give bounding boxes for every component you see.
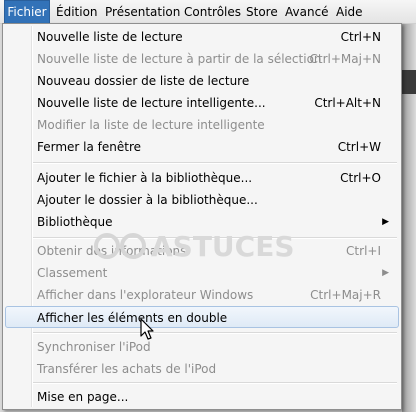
fichier-dropdown-menu: Nouvelle liste de lecture Ctrl+N Nouvell… [2,23,402,410]
menu-avance[interactable]: Avancé [285,0,329,24]
menu-item-liste-selection[interactable]: Nouvelle liste de lecture à partir de la… [5,48,399,70]
menu-aide[interactable]: Aide [336,0,363,24]
menu-item-shortcut: Ctrl+I [346,244,381,258]
menu-item-synchroniser-ipod[interactable]: Synchroniser l'iPod [5,336,399,358]
menu-item-label: Fermer la fenêtre [37,140,142,154]
menu-item-label: Modifier la liste de lecture intelligent… [37,118,265,132]
watermark-text: ASTUCES [151,230,295,263]
menu-separator [33,332,397,334]
menu-item-label: Nouveau dossier de liste de lecture [37,74,250,88]
menu-item-elements-double[interactable]: Afficher les éléments en double [5,306,399,328]
menu-item-label: Synchroniser l'iPod [37,340,151,354]
menu-item-transferer-achats[interactable]: Transférer les achats de l'iPod [5,358,399,380]
menu-item-shortcut: Ctrl+W [337,140,381,154]
menu-separator [33,382,397,384]
background-tab [402,70,416,94]
menu-item-nouvelle-liste[interactable]: Nouvelle liste de lecture Ctrl+N [5,26,399,48]
menu-item-modifier-liste[interactable]: Modifier la liste de lecture intelligent… [5,114,399,136]
mouse-pointer-icon [140,318,154,340]
menu-store[interactable]: Store [246,0,278,24]
menu-item-liste-intelligente[interactable]: Nouvelle liste de lecture intelligente..… [5,92,399,114]
menu-item-shortcut: Ctrl+Alt+N [314,96,381,110]
menu-fichier[interactable]: Fichier [4,0,50,24]
menu-item-ajouter-fichier[interactable]: Ajouter le fichier à la bibliothèque... … [5,167,399,189]
background-window-edge [402,24,416,412]
menu-item-label: Ajouter le fichier à la bibliothèque... [37,171,253,185]
menu-item-label: Nouvelle liste de lecture [37,30,183,44]
menu-item-label: Nouvelle liste de lecture à partir de la… [37,52,322,66]
menu-item-label: Transférer les achats de l'iPod [37,362,217,376]
menu-item-mise-en-page[interactable]: Mise en page... [5,386,399,408]
watermark-logo: ASTUCES [94,230,295,263]
menu-item-shortcut: Ctrl+Maj+R [310,288,381,302]
menu-separator [33,162,397,164]
menu-item-shortcut: Ctrl+O [340,171,381,185]
menu-item-shortcut: Ctrl+Maj+N [309,52,381,66]
menu-item-shortcut: Ctrl+N [340,30,381,44]
menu-item-afficher-explorateur[interactable]: Afficher dans l'explorateur Windows Ctrl… [5,284,399,306]
menu-presentation[interactable]: Présentation [105,0,180,24]
menu-bar: Fichier Édition Présentation Contrôles S… [0,0,416,24]
menu-item-label: Nouvelle liste de lecture intelligente..… [37,96,266,110]
menu-item-label: Afficher dans l'explorateur Windows [37,288,254,302]
menu-item-fermer-fenetre[interactable]: Fermer la fenêtre Ctrl+W [5,136,399,158]
submenu-arrow-icon: ▶ [382,217,389,227]
menu-edition[interactable]: Édition [56,0,98,24]
menu-item-label: Afficher les éléments en double [37,311,228,325]
menu-controles[interactable]: Contrôles [184,0,241,24]
menu-item-nouveau-dossier[interactable]: Nouveau dossier de liste de lecture [5,70,399,92]
submenu-arrow-icon: ▶ [382,268,389,278]
menu-item-label: Ajouter le dossier à la bibliothèque... [37,193,258,207]
menu-item-ajouter-dossier[interactable]: Ajouter le dossier à la bibliothèque... [5,189,399,211]
menu-item-label: Mise en page... [37,390,129,404]
